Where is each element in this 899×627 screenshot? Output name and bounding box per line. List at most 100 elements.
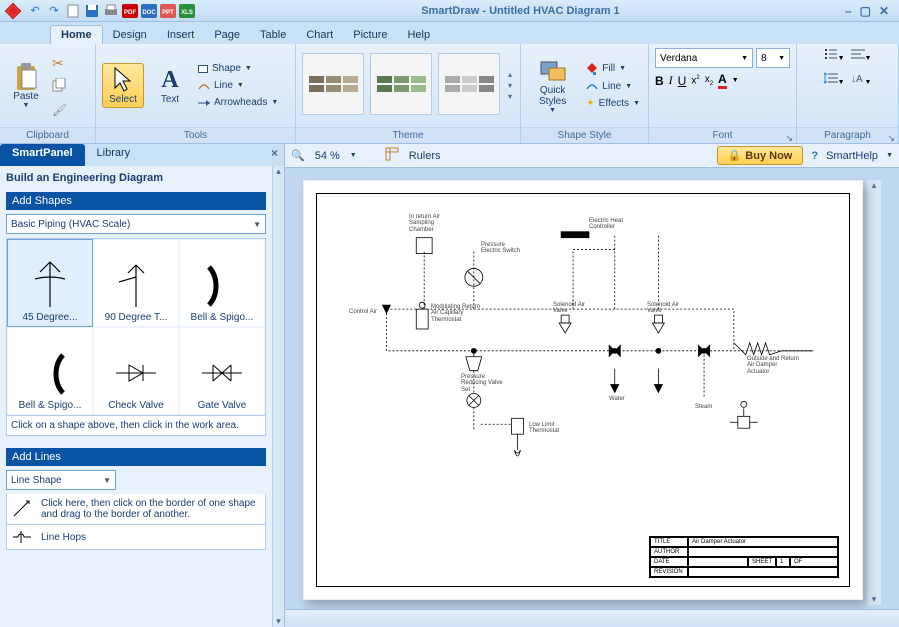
body: SmartPanel Library × Build an Engineerin…	[0, 144, 899, 627]
copy-icon[interactable]	[52, 78, 67, 97]
undo-icon[interactable]: ↶	[26, 2, 44, 20]
font-size-combo[interactable]: 8▼	[756, 48, 790, 68]
effects-icon: ✦	[586, 98, 594, 109]
fill-dropdown[interactable]: Fill ▼	[584, 62, 642, 76]
quick-styles-button[interactable]: Quick Styles▼	[527, 55, 578, 116]
gallery-up-icon[interactable]: ▴	[508, 70, 512, 79]
text-direction-button[interactable]: ↓A▼	[851, 71, 872, 89]
close-button[interactable]: ✕	[879, 4, 889, 18]
paragraph-launcher-icon[interactable]: ↘	[887, 130, 895, 146]
lbl-steam: Steam	[695, 404, 712, 410]
subscript-button[interactable]: x2	[705, 74, 713, 87]
tab-smartpanel[interactable]: SmartPanel	[0, 144, 85, 166]
bold-button[interactable]: B	[655, 74, 664, 88]
font-name-combo[interactable]: Verdana▼	[655, 48, 753, 68]
font-color-button[interactable]: A	[718, 72, 727, 89]
line-tool-icon	[11, 498, 33, 520]
cursor-icon	[109, 66, 137, 94]
text-button[interactable]: A Text	[150, 64, 190, 107]
svg-text:PDF: PDF	[124, 10, 136, 16]
tab-table[interactable]: Table	[250, 26, 296, 44]
text-icon: A	[156, 66, 184, 94]
arrowheads-dropdown[interactable]: Arrowheads ▼	[196, 96, 280, 109]
bullets-button[interactable]: ▼	[824, 47, 845, 65]
gallery-more-icon[interactable]: ▾	[508, 92, 512, 101]
shape-90-degree[interactable]: 90 Degree T...	[93, 239, 179, 327]
zoom-icon[interactable]: 🔍	[291, 149, 305, 162]
doc-icon[interactable]: DOC	[140, 2, 158, 20]
shape-check-valve[interactable]: Check Valve	[93, 327, 179, 415]
canvas-toolbar: 🔍 54 %▼ Rulers 🔒Buy Now ? SmartHelp▼	[285, 144, 899, 168]
shape-gate-valve[interactable]: Gate Valve	[179, 327, 265, 415]
line-tool-icon	[198, 81, 210, 91]
tab-insert[interactable]: Insert	[157, 26, 205, 44]
drawing-page[interactable]: Control Air In return Air Sampling Chamb…	[303, 180, 863, 600]
zoom-level[interactable]: 54 %	[315, 150, 340, 162]
format-painter-icon[interactable]: 🖌	[52, 103, 67, 117]
svg-text:XLS: XLS	[181, 10, 193, 16]
line-spacing-button[interactable]: ▼	[824, 71, 845, 89]
side-panel-close-icon[interactable]: ×	[265, 144, 284, 166]
paste-button[interactable]: Paste ▼	[6, 61, 46, 111]
lbl-solenoid-2: Solenoid Air Valve	[647, 302, 685, 315]
line-style-dropdown[interactable]: Line ▼	[584, 80, 642, 93]
cut-icon[interactable]: ✂	[52, 55, 67, 72]
save-icon[interactable]	[83, 2, 101, 20]
side-panel-scrollbar[interactable]: ▴▾	[272, 166, 284, 627]
shape-category-combo[interactable]: Basic Piping (HVAC Scale)▼	[6, 214, 266, 234]
quick-styles-icon	[539, 57, 567, 85]
add-lines-header: Add Lines	[6, 448, 266, 466]
pdf-icon[interactable]: PDF	[121, 2, 139, 20]
theme-item[interactable]	[302, 53, 364, 115]
maximize-button[interactable]: ▢	[860, 4, 871, 18]
line-dropdown[interactable]: Line ▼	[196, 79, 280, 92]
xls-icon[interactable]: XLS	[178, 2, 196, 20]
shape-bell-spigot-1[interactable]: Bell & Spigo...	[179, 239, 265, 327]
new-icon[interactable]	[64, 2, 82, 20]
align-button[interactable]: ▼	[851, 47, 872, 65]
group-shape-style-label: Shape Style	[521, 127, 648, 143]
superscript-button[interactable]: x2	[691, 75, 699, 86]
minimize-button[interactable]: –	[845, 4, 852, 18]
shape-45-degree[interactable]: 45 Degree...	[7, 239, 93, 327]
effects-dropdown[interactable]: ✦Effects ▼	[584, 97, 642, 110]
underline-button[interactable]: U	[678, 74, 687, 88]
hvac-diagram	[317, 194, 849, 587]
tab-page[interactable]: Page	[204, 26, 250, 44]
horizontal-scrollbar[interactable]	[285, 609, 899, 627]
theme-item[interactable]	[438, 53, 500, 115]
lbl-modulating: Modulating Return Air Capillary Thermost…	[431, 304, 481, 323]
tab-home[interactable]: Home	[50, 25, 103, 44]
group-font: Verdana▼ 8▼ B I U x2 x2 A▼ Font↘	[649, 44, 797, 143]
tab-help[interactable]: Help	[397, 26, 440, 44]
italic-button[interactable]: I	[669, 73, 673, 88]
vertical-scrollbar[interactable]: ▴▾	[867, 180, 881, 605]
theme-item[interactable]	[370, 53, 432, 115]
lbl-water: Water	[609, 396, 625, 402]
redo-icon[interactable]: ↷	[45, 2, 63, 20]
tab-design[interactable]: Design	[103, 26, 157, 44]
line-style-icon	[586, 81, 598, 91]
gallery-down-icon[interactable]: ▾	[508, 81, 512, 90]
lbl-solenoid-1: Solenoid Air Valve	[553, 302, 591, 315]
smarthelp-button[interactable]: SmartHelp	[826, 150, 878, 162]
font-launcher-icon[interactable]: ↘	[785, 130, 793, 146]
print-icon[interactable]	[102, 2, 120, 20]
shape-bell-spigot-2[interactable]: Bell & Spigo...	[7, 327, 93, 415]
line-shape-combo[interactable]: Line Shape▼	[6, 470, 116, 490]
lbl-pressure-switch: Pressure Electric Switch	[481, 242, 521, 255]
rulers-button[interactable]: Rulers	[409, 150, 441, 162]
canvas-viewport[interactable]: Control Air In return Air Sampling Chamb…	[285, 168, 899, 609]
shape-dropdown[interactable]: Shape ▼	[196, 62, 280, 75]
group-clipboard-label: Clipboard	[0, 127, 95, 143]
buy-now-button[interactable]: 🔒Buy Now	[717, 146, 804, 165]
tab-picture[interactable]: Picture	[343, 26, 397, 44]
tab-chart[interactable]: Chart	[296, 26, 343, 44]
ppt-icon[interactable]: PPT	[159, 2, 177, 20]
group-theme-label: Theme	[296, 127, 520, 143]
fill-icon	[586, 63, 598, 75]
theme-gallery[interactable]	[300, 51, 502, 121]
select-button[interactable]: Select	[102, 63, 144, 108]
tab-library[interactable]: Library	[85, 144, 143, 166]
lbl-electric-heat: Electric Heat Controller	[589, 218, 633, 231]
